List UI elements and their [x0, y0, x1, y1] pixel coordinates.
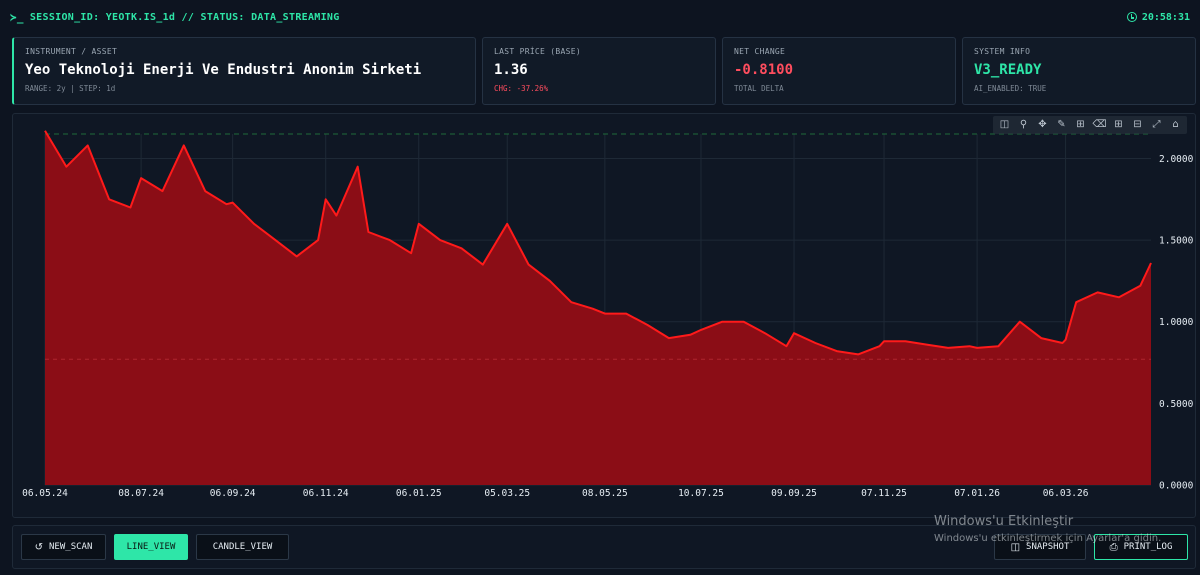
zoom-icon[interactable]: ⚲ — [1015, 118, 1032, 132]
system-info-value: V3_READY — [974, 62, 1042, 78]
price-area — [45, 130, 1151, 485]
chart-modebar: ◫ ⚲ ✥ ✎ ⊞ ⌫ ⊞ ⊟ ⤢ ⌂ — [993, 116, 1187, 134]
system-info-sub: AI_ENABLED: TRUE — [974, 84, 1047, 93]
y-tick-label: 0.5000 — [1159, 399, 1194, 410]
instrument-range: RANGE: 2y | STEP: 1d — [25, 84, 116, 93]
net-change-value: -0.8100 — [734, 62, 794, 78]
net-change-label: NET CHANGE — [734, 47, 786, 56]
snapshot-label: SNAPSHOT — [1026, 542, 1070, 552]
lasso-icon[interactable]: ✎ — [1053, 118, 1070, 132]
y-tick-label: 1.5000 — [1159, 236, 1194, 247]
new-scan-label: NEW_SCAN — [49, 542, 93, 552]
x-tick-label: 06.11.24 — [303, 488, 349, 499]
y-tick-label: 1.0000 — [1159, 317, 1194, 328]
new-scan-button[interactable]: ↺ NEW_SCAN — [21, 534, 106, 560]
x-tick-label: 09.09.25 — [771, 488, 817, 499]
top-bar: ≻_ SESSION_ID: YEOTK.IS_1d // STATUS: DA… — [0, 0, 1200, 34]
net-change-sub: TOTAL DELTA — [734, 84, 784, 93]
x-tick-label: 06.05.24 — [22, 488, 68, 499]
terminal-icon: ≻_ — [10, 10, 24, 24]
printer-icon: ⎙ — [1109, 541, 1118, 553]
x-tick-label: 07.11.25 — [861, 488, 907, 499]
system-info-card: SYSTEM INFO V3_READY AI_ENABLED: TRUE — [962, 37, 1196, 105]
x-tick-label: 06.03.26 — [1043, 488, 1089, 499]
candle-view-button[interactable]: CANDLE_VIEW — [196, 534, 289, 560]
autoscale-icon[interactable]: ⤢ — [1148, 118, 1165, 132]
bottom-toolbar: ↺ NEW_SCAN LINE_VIEW CANDLE_VIEW ◫ SNAPS… — [12, 525, 1196, 569]
home-icon[interactable]: ⌂ — [1167, 118, 1184, 132]
y-tick-label: 2.0000 — [1159, 154, 1194, 165]
clock-time: 20:58:31 — [1141, 11, 1190, 23]
x-tick-label: 08.07.24 — [118, 488, 164, 499]
x-tick-label: 08.05.25 — [582, 488, 628, 499]
last-price-change: CHG: -37.26% — [494, 84, 549, 93]
last-price-value: 1.36 — [494, 62, 528, 78]
y-tick-label: 0.0000 — [1159, 481, 1194, 492]
system-info-label: SYSTEM INFO — [974, 47, 1031, 56]
line-view-button[interactable]: LINE_VIEW — [114, 534, 188, 560]
pan-icon[interactable]: ✥ — [1034, 118, 1051, 132]
clock-icon — [1126, 12, 1137, 22]
print-log-label: PRINT_LOG — [1123, 542, 1173, 552]
zoom-out-icon[interactable]: ⊟ — [1129, 118, 1146, 132]
x-tick-label: 06.01.25 — [396, 488, 442, 499]
candle-view-label: CANDLE_VIEW — [212, 542, 273, 552]
instrument-label: INSTRUMENT / ASSET — [25, 47, 118, 56]
box-select-icon[interactable]: ⊞ — [1072, 118, 1089, 132]
refresh-icon: ↺ — [34, 541, 44, 553]
print-log-button[interactable]: ⎙ PRINT_LOG — [1094, 534, 1188, 560]
snapshot-button[interactable]: ◫ SNAPSHOT — [994, 534, 1086, 560]
line-view-label: LINE_VIEW — [126, 542, 176, 552]
eraser-icon[interactable]: ⌫ — [1091, 118, 1108, 132]
last-price-card: LAST PRİCE (BASE) 1.36 CHG: -37.26% — [482, 37, 716, 105]
clock: 20:58:31 — [1126, 11, 1190, 23]
zoom-in-icon[interactable]: ⊞ — [1110, 118, 1127, 132]
x-tick-label: 05.03.25 — [484, 488, 530, 499]
session-status: ≻_ SESSION_ID: YEOTK.IS_1d // STATUS: DA… — [10, 11, 340, 24]
x-tick-label: 10.07.25 — [678, 488, 724, 499]
x-tick-label: 06.09.24 — [210, 488, 256, 499]
camera-icon[interactable]: ◫ — [996, 118, 1013, 132]
camera-icon: ◫ — [1010, 541, 1021, 553]
instrument-card: INSTRUMENT / ASSET Yeo Teknoloji Enerji … — [12, 37, 476, 105]
chart-panel[interactable]: 0.0000 0.5000 1.0000 1.5000 2.0000 06.05.24 08… — [12, 113, 1196, 518]
session-text: SESSION_ID: YEOTK.IS_1d // STATUS: DATA_… — [29, 11, 340, 23]
price-chart[interactable]: 0.0000 0.5000 1.0000 1.5000 2.0000 06.05.24 08… — [13, 114, 1197, 519]
last-price-label: LAST PRİCE (BASE) — [494, 47, 581, 56]
net-change-card: NET CHANGE -0.8100 TOTAL DELTA — [722, 37, 956, 105]
instrument-name: Yeo Teknoloji Enerji Ve Endustri Anonim … — [25, 62, 422, 78]
x-tick-label: 07.01.26 — [954, 488, 1000, 499]
